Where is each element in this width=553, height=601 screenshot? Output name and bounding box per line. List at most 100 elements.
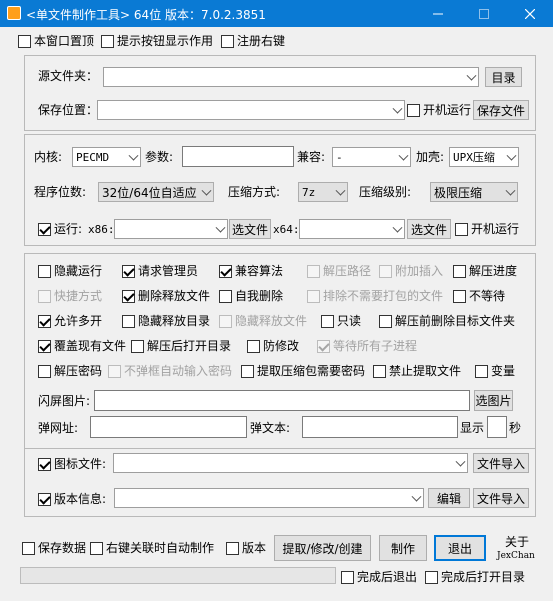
select-image-button[interactable]: 选图片 [474, 390, 513, 411]
checkbox-box [38, 339, 51, 353]
option-auto-password[interactable]: 不弹框自动输入密码 [108, 364, 232, 378]
edit-version-button[interactable]: 编辑 [428, 488, 470, 508]
chevron-down-icon [398, 150, 409, 161]
minimize-button[interactable] [415, 0, 461, 27]
run-checkbox[interactable]: 运行: [38, 222, 82, 236]
extract-modify-create-button[interactable]: 提取/修改/创建 [274, 535, 371, 561]
option-compat-algorithm[interactable]: 兼容算法 [219, 264, 283, 278]
author-label: JexChan [497, 551, 535, 561]
x86-combo[interactable] [114, 219, 228, 239]
option-delete-released[interactable]: 删除释放文件 [122, 289, 210, 303]
right-click-auto-checkbox[interactable]: 右键关联时自动制作 [90, 541, 214, 555]
option-variables[interactable]: 变量 [475, 364, 515, 378]
version-info-checkbox[interactable]: 版本信息: [38, 492, 106, 506]
checkbox-box [38, 314, 51, 328]
checkbox-box [321, 314, 334, 328]
checkbox-box [226, 541, 239, 555]
close-button[interactable] [507, 0, 553, 27]
compress-level-label: 压缩级别: [359, 185, 412, 199]
option-extract-password[interactable]: 解压密码 [38, 364, 102, 378]
option-hidden-run[interactable]: 隐藏运行 [38, 264, 102, 278]
splash-image-input[interactable] [94, 390, 470, 411]
exit-after-done-checkbox[interactable]: 完成后退出 [341, 570, 417, 584]
save-data-checkbox[interactable]: 保存数据 [22, 541, 86, 555]
checkbox-box [131, 339, 144, 353]
option-extract-path[interactable]: 解压路径 [307, 264, 371, 278]
option-open-dir-after-extract[interactable]: 解压后打开目录 [131, 339, 231, 353]
option-no-wait[interactable]: 不等待 [453, 289, 505, 303]
option-append-insert[interactable]: 附加插入 [379, 264, 443, 278]
option-anti-modify[interactable]: 防修改 [247, 339, 299, 353]
checkbox-box [453, 289, 466, 303]
option-delete-target-before[interactable]: 解压前删除目标文件夹 [379, 314, 515, 328]
option-overwrite[interactable]: 覆盖现有文件 [38, 339, 126, 353]
option-wait-children[interactable]: 等待所有子进程 [317, 339, 417, 353]
checkbox-box [379, 264, 392, 278]
option-exclude-files[interactable]: 排除不需要打包的文件 [307, 289, 443, 303]
checkbox-box [122, 314, 135, 328]
save-location-combo[interactable] [97, 100, 405, 120]
x86-label: x86: [88, 223, 115, 236]
icon-file-combo[interactable] [113, 453, 468, 473]
checkbox-box [341, 570, 354, 584]
params-input[interactable] [182, 146, 294, 167]
popup-url-label: 弹网址: [38, 421, 79, 435]
compress-method-combo[interactable]: 7z [298, 182, 348, 202]
seconds-label: 秒 [509, 421, 522, 435]
compress-level-combo[interactable]: 极限压缩 [430, 182, 518, 202]
option-shortcut[interactable]: 快捷方式 [38, 289, 102, 303]
option-hide-release-file[interactable]: 隐藏释放文件 [219, 314, 307, 328]
chevron-down-icon [215, 222, 226, 233]
option-request-admin[interactable]: 请求管理员 [122, 264, 198, 278]
option-read-only[interactable]: 只读 [321, 314, 361, 328]
browse-dir-button[interactable]: 目录 [485, 67, 522, 87]
exit-button[interactable]: 退出 [434, 535, 486, 561]
icon-import-button[interactable]: 文件导入 [473, 453, 529, 473]
option-allow-multi[interactable]: 允许多开 [38, 314, 102, 328]
chevron-down-icon [455, 456, 466, 467]
kernel-combo[interactable]: PECMD [72, 147, 141, 167]
maximize-button[interactable] [461, 0, 507, 27]
checkbox-box [38, 289, 51, 303]
checkbox-box [317, 339, 330, 353]
shell-combo[interactable]: UPX压缩 [449, 147, 519, 167]
source-folder-combo[interactable] [103, 67, 479, 87]
always-on-top-checkbox[interactable]: 本窗口置顶 [18, 34, 94, 48]
checkbox-box [38, 264, 51, 278]
checkbox-box [18, 34, 31, 48]
save-file-button[interactable]: 保存文件 [473, 100, 529, 120]
make-button[interactable]: 制作 [379, 535, 427, 561]
x86-select-file-button[interactable]: 选文件 [229, 219, 271, 239]
bitness-combo[interactable]: 32位/64位自适应 [98, 182, 214, 202]
register-context-menu-checkbox[interactable]: 注册右键 [221, 34, 285, 48]
shell-label: 加壳: [416, 150, 445, 164]
checkbox-box [247, 339, 260, 353]
compat-label: 兼容: [297, 150, 326, 164]
show-label: 显示 [460, 421, 485, 435]
popup-text-input[interactable] [302, 416, 458, 438]
checkbox-box [90, 541, 103, 555]
seconds-input[interactable] [487, 416, 507, 438]
startup-run-checkbox[interactable]: 开机运行 [407, 103, 471, 117]
option-self-delete[interactable]: 自我删除 [219, 289, 283, 303]
option-hide-release-dir[interactable]: 隐藏释放目录 [122, 314, 210, 328]
checkbox-box [241, 364, 254, 378]
version-import-button[interactable]: 文件导入 [473, 488, 529, 508]
chevron-down-icon [128, 150, 139, 161]
option-forbid-extract[interactable]: 禁止提取文件 [373, 364, 461, 378]
version-info-combo[interactable] [114, 488, 424, 508]
chevron-down-icon [392, 222, 403, 233]
popup-url-input[interactable] [90, 416, 247, 438]
icon-file-checkbox[interactable]: 图标文件: [38, 457, 106, 471]
run-startup-checkbox[interactable]: 开机运行 [455, 222, 519, 236]
about-label[interactable]: 关于 [505, 535, 529, 549]
option-extract-progress[interactable]: 解压进度 [453, 264, 517, 278]
option-extract-needs-password[interactable]: 提取压缩包需要密码 [241, 364, 365, 378]
checkbox-box [307, 289, 320, 303]
open-dir-after-done-checkbox[interactable]: 完成后打开目录 [425, 570, 525, 584]
compat-combo[interactable]: - [332, 147, 411, 167]
show-tooltips-checkbox[interactable]: 提示按钮显示作用 [101, 34, 213, 48]
x64-select-file-button[interactable]: 选文件 [407, 219, 451, 239]
x64-combo[interactable] [299, 219, 405, 239]
version-checkbox[interactable]: 版本 [226, 541, 266, 555]
